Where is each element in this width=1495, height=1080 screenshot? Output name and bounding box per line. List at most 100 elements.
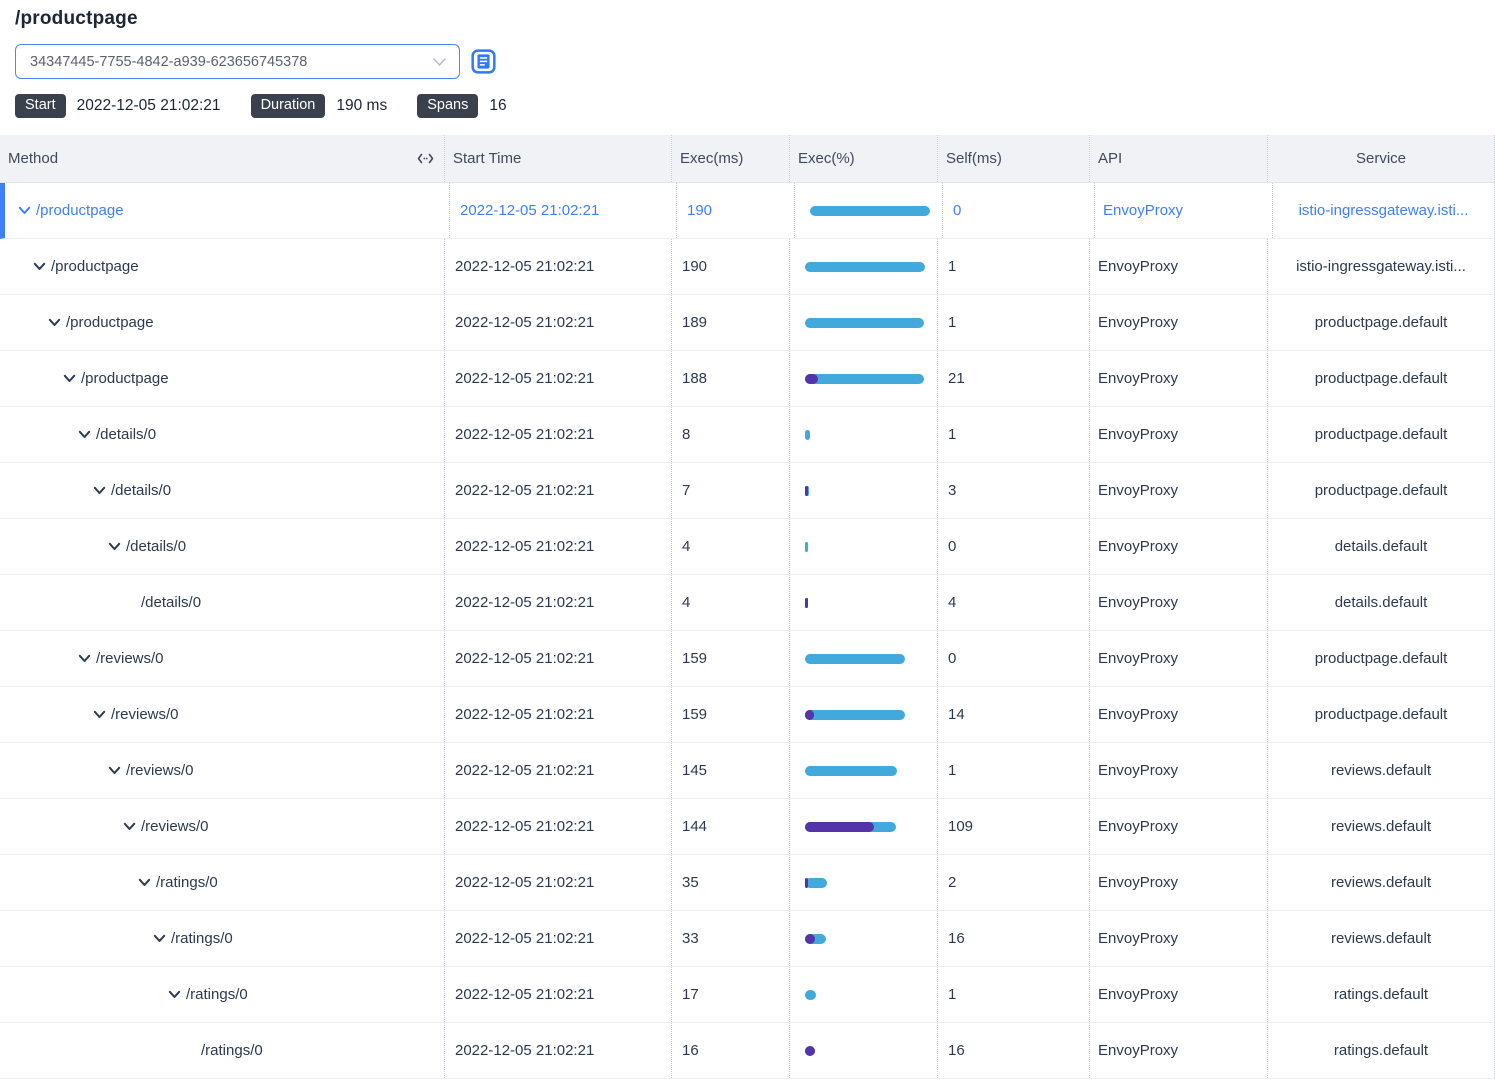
start-time-cell: 2022-12-05 21:02:21 bbox=[445, 407, 672, 462]
chevron-down-icon[interactable] bbox=[168, 990, 181, 999]
method-cell: /reviews/0 bbox=[0, 687, 445, 742]
exec-ms-cell: 4 bbox=[672, 575, 790, 630]
table-row[interactable]: /ratings/0 2022-12-05 21:02:21 33 16 Env… bbox=[0, 911, 1495, 967]
api-cell: EnvoyProxy bbox=[1090, 743, 1268, 798]
duration-badge: Duration bbox=[251, 94, 326, 118]
spans-value: 16 bbox=[489, 97, 506, 115]
trace-meta: Start 2022-12-05 21:02:21 Duration 190 m… bbox=[15, 94, 1480, 118]
service-cell: ratings.default bbox=[1268, 967, 1495, 1022]
chevron-down-icon[interactable] bbox=[48, 318, 61, 327]
self-time-bar bbox=[805, 598, 808, 608]
copy-trace-id-button[interactable] bbox=[470, 49, 496, 75]
column-header-exec-ms: Exec(ms) bbox=[672, 135, 790, 182]
method-label: /reviews/0 bbox=[126, 762, 194, 779]
exec-percent-cell bbox=[790, 855, 938, 910]
method-cell: /details/0 bbox=[0, 463, 445, 518]
page-title: /productpage bbox=[15, 8, 1480, 30]
table-row[interactable]: /reviews/0 2022-12-05 21:02:21 159 14 En… bbox=[0, 687, 1495, 743]
exec-percent-bar bbox=[805, 1046, 815, 1056]
trace-id-select[interactable]: 34347445-7755-4842-a939-623656745378 bbox=[15, 44, 460, 79]
self-ms-cell: 21 bbox=[938, 351, 1090, 406]
self-time-bar bbox=[805, 878, 808, 888]
start-time-cell: 2022-12-05 21:02:21 bbox=[445, 743, 672, 798]
service-cell: reviews.default bbox=[1268, 799, 1495, 854]
method-cell: /productpage bbox=[5, 183, 450, 238]
table-row[interactable]: /ratings/0 2022-12-05 21:02:21 17 1 Envo… bbox=[0, 967, 1495, 1023]
chevron-down-icon[interactable] bbox=[78, 654, 91, 663]
method-cell: /ratings/0 bbox=[0, 1023, 445, 1078]
api-cell: EnvoyProxy bbox=[1090, 351, 1268, 406]
table-row[interactable]: /details/0 2022-12-05 21:02:21 8 1 Envoy… bbox=[0, 407, 1495, 463]
exec-percent-bar bbox=[810, 206, 930, 216]
copy-document-icon bbox=[471, 49, 496, 74]
exec-percent-cell bbox=[795, 183, 943, 238]
method-cell: /reviews/0 bbox=[0, 743, 445, 798]
method-label: /details/0 bbox=[96, 426, 156, 443]
self-time-bar bbox=[805, 1046, 815, 1056]
exec-percent-cell bbox=[790, 295, 938, 350]
table-row[interactable]: /reviews/0 2022-12-05 21:02:21 145 1 Env… bbox=[0, 743, 1495, 799]
chevron-down-icon[interactable] bbox=[108, 766, 121, 775]
chevron-down-icon[interactable] bbox=[93, 486, 106, 495]
duration-value: 190 ms bbox=[336, 97, 387, 115]
exec-ms-cell: 145 bbox=[672, 743, 790, 798]
exec-percent-bar bbox=[805, 262, 925, 272]
exec-percent-cell bbox=[790, 351, 938, 406]
table-row[interactable]: /reviews/0 2022-12-05 21:02:21 159 0 Env… bbox=[0, 631, 1495, 687]
table-row[interactable]: /productpage 2022-12-05 21:02:21 188 21 … bbox=[0, 351, 1495, 407]
table-row[interactable]: /productpage 2022-12-05 21:02:21 190 0 E… bbox=[0, 183, 1495, 239]
self-ms-cell: 2 bbox=[938, 855, 1090, 910]
self-ms-cell: 0 bbox=[938, 519, 1090, 574]
chevron-down-icon[interactable] bbox=[18, 206, 31, 215]
self-ms-cell: 1 bbox=[938, 407, 1090, 462]
service-cell: details.default bbox=[1268, 519, 1495, 574]
table-row[interactable]: /details/0 2022-12-05 21:02:21 4 4 Envoy… bbox=[0, 575, 1495, 631]
service-cell: ratings.default bbox=[1268, 1023, 1495, 1078]
chevron-down-icon[interactable] bbox=[33, 262, 46, 271]
api-cell: EnvoyProxy bbox=[1090, 631, 1268, 686]
api-cell: EnvoyProxy bbox=[1090, 463, 1268, 518]
self-ms-cell: 3 bbox=[938, 463, 1090, 518]
column-header-start-time: Start Time bbox=[445, 135, 672, 182]
exec-ms-cell: 35 bbox=[672, 855, 790, 910]
exec-percent-cell bbox=[790, 631, 938, 686]
exec-ms-cell: 190 bbox=[672, 239, 790, 294]
exec-percent-cell bbox=[790, 911, 938, 966]
column-header-service: Service bbox=[1268, 135, 1495, 182]
table-row[interactable]: /productpage 2022-12-05 21:02:21 189 1 E… bbox=[0, 295, 1495, 351]
api-cell: EnvoyProxy bbox=[1090, 407, 1268, 462]
chevron-down-icon[interactable] bbox=[123, 822, 136, 831]
table-row[interactable]: /details/0 2022-12-05 21:02:21 4 0 Envoy… bbox=[0, 519, 1495, 575]
method-label: /productpage bbox=[66, 314, 154, 331]
chevron-down-icon[interactable] bbox=[108, 542, 121, 551]
self-time-bar bbox=[805, 822, 874, 832]
chevron-down-icon[interactable] bbox=[78, 430, 91, 439]
start-time-cell: 2022-12-05 21:02:21 bbox=[445, 687, 672, 742]
service-cell: reviews.default bbox=[1268, 911, 1495, 966]
exec-percent-cell bbox=[790, 239, 938, 294]
start-time-cell: 2022-12-05 21:02:21 bbox=[445, 631, 672, 686]
table-row[interactable]: /ratings/0 2022-12-05 21:02:21 16 16 Env… bbox=[0, 1023, 1495, 1079]
table-row[interactable]: /ratings/0 2022-12-05 21:02:21 35 2 Envo… bbox=[0, 855, 1495, 911]
column-resize-icon[interactable] bbox=[415, 151, 436, 166]
exec-percent-bar bbox=[805, 430, 810, 440]
exec-percent-bar bbox=[805, 374, 924, 384]
table-row[interactable]: /reviews/0 2022-12-05 21:02:21 144 109 E… bbox=[0, 799, 1495, 855]
method-label: /productpage bbox=[81, 370, 169, 387]
start-time-cell: 2022-12-05 21:02:21 bbox=[445, 799, 672, 854]
method-label: /details/0 bbox=[126, 538, 186, 555]
start-time-cell: 2022-12-05 21:02:21 bbox=[445, 295, 672, 350]
column-header-api: API bbox=[1090, 135, 1268, 182]
self-time-bar bbox=[805, 486, 808, 496]
exec-ms-cell: 33 bbox=[672, 911, 790, 966]
method-label: /ratings/0 bbox=[201, 1042, 263, 1059]
chevron-down-icon[interactable] bbox=[93, 710, 106, 719]
table-row[interactable]: /productpage 2022-12-05 21:02:21 190 1 E… bbox=[0, 239, 1495, 295]
chevron-down-icon[interactable] bbox=[153, 934, 166, 943]
service-cell: productpage.default bbox=[1268, 407, 1495, 462]
exec-percent-cell bbox=[790, 519, 938, 574]
chevron-down-icon[interactable] bbox=[63, 374, 76, 383]
table-row[interactable]: /details/0 2022-12-05 21:02:21 7 3 Envoy… bbox=[0, 463, 1495, 519]
self-ms-cell: 16 bbox=[938, 911, 1090, 966]
chevron-down-icon[interactable] bbox=[138, 878, 151, 887]
